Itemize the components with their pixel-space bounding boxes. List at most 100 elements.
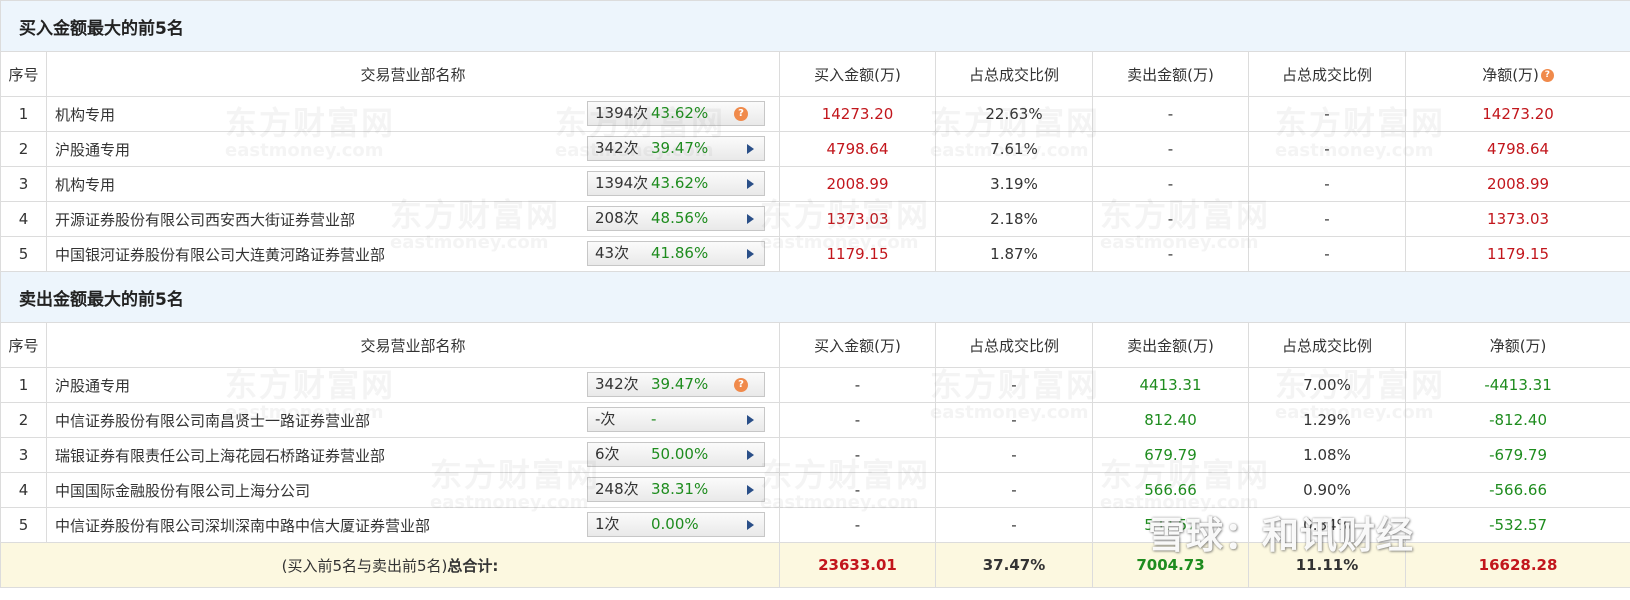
row-index: 2 [0,131,47,167]
help-icon[interactable]: ? [1540,68,1554,82]
broker-cell: 沪股通专用 342次 39.47%? [46,367,780,403]
appearance-count: 248次 [595,480,639,498]
sell-amount: 566.66 [1092,472,1249,508]
column-header-label: 占总成交比例 [1281,336,1372,355]
total-buy: 23633.01 [779,542,936,588]
appearance-count: 342次 [595,375,639,393]
net-amount: 2008.99 [1404,166,1630,202]
column-header-label: 序号 [8,336,39,355]
buy-amount: 1179.15 [779,236,936,272]
broker-cell: 中国国际金融股份有限公司上海分公司 248次 38.31% [46,472,780,508]
buy-amount: - [779,402,936,438]
broker-name[interactable]: 沪股通专用 [48,141,130,159]
broker-stat-button[interactable]: 208次 48.56% [587,206,765,231]
broker-stat-button[interactable]: 248次 38.31% [587,477,765,502]
win-rate: 39.47% [651,375,709,393]
broker-name[interactable]: 中国银河证券股份有限公司大连黄河路证券营业部 [48,246,385,264]
win-rate: 41.86% [651,244,709,262]
row-index: 2 [0,402,47,438]
buy-amount: 2008.99 [779,166,936,202]
row-index: 1 [0,96,47,132]
table-row: 1 沪股通专用 342次 39.47%? - -4413.31 7.00% -4413.31 [0,367,1630,403]
broker-name[interactable]: 机构专用 [48,176,115,194]
net-amount: -532.57 [1404,507,1630,543]
broker-name[interactable]: 中信证券股份有限公司南昌贤士一路证券营业部 [48,412,370,430]
broker-name[interactable]: 沪股通专用 [48,377,130,395]
broker-stat-button[interactable]: -次 - [587,407,765,432]
column-header: 序号 [0,51,47,97]
broker-cell: 开源证券股份有限公司西安西大街证券营业部 208次 48.56% [46,201,780,237]
section-title-row: 卖出金额最大的前5名 [0,271,1630,323]
total-net: 16628.28 [1404,542,1630,588]
appearance-count: -次 [595,410,616,428]
arrow-right-icon[interactable] [747,144,754,154]
broker-stat-button[interactable]: 6次 50.00% [587,442,765,467]
arrow-right-icon[interactable] [747,520,754,530]
buy-ratio: 7.61% [935,131,1093,167]
sell-ratio: 7.00% [1248,367,1406,403]
net-amount: -4413.31 [1404,367,1630,403]
broker-name[interactable]: 中国国际金融股份有限公司上海分公司 [48,482,310,500]
broker-name[interactable]: 开源证券股份有限公司西安西大街证券营业部 [48,211,355,229]
sell-amount: - [1092,166,1249,202]
arrow-right-icon[interactable] [747,450,754,460]
table-row: 4 中国国际金融股份有限公司上海分公司 248次 38.31% - -566.66 0.90… [0,472,1630,508]
buy-amount: - [779,437,936,473]
column-header-label: 占总成交比例 [968,336,1059,355]
buy-ratio: 22.63% [935,96,1093,132]
buy-amount: - [779,507,936,543]
question-icon[interactable]: ? [734,378,748,392]
column-header: 净额(万)? [1404,51,1630,97]
column-header: 占总成交比例 [935,51,1093,97]
buy-ratio: - [935,472,1093,508]
column-header-label: 序号 [8,65,39,84]
broker-stat-button[interactable]: 342次 39.47%? [587,372,765,397]
column-header-label: 卖出金额(万) [1127,336,1214,355]
column-header: 占总成交比例 [1248,51,1406,97]
broker-name[interactable]: 中信证券股份有限公司深圳深南中路中信大厦证券营业部 [48,517,430,535]
column-header-label: 买入金额(万) [814,336,901,355]
broker-stat-button[interactable]: 43次 41.86% [587,241,765,266]
broker-stat-button[interactable]: 1次 0.00% [587,512,765,537]
broker-cell: 沪股通专用 342次 39.47% [46,131,780,167]
sell-ratio: - [1248,201,1406,237]
sell-ratio: - [1248,166,1406,202]
broker-stat-button[interactable]: 1394次 43.62%? [587,101,765,126]
column-header-label: 占总成交比例 [968,65,1059,84]
table-row: 3 机构专用 1394次 43.62% 2008.99 3.19% - -2008.99 [0,166,1630,202]
column-header-label: 交易营业部名称 [360,65,466,84]
arrow-right-icon[interactable] [747,179,754,189]
broker-cell: 机构专用 1394次 43.62%? [46,96,780,132]
row-index: 1 [0,367,47,403]
column-header: 序号 [0,322,47,368]
broker-name[interactable]: 瑞银证券有限责任公司上海花园石桥路证券营业部 [48,447,385,465]
arrow-right-icon[interactable] [747,485,754,495]
header-row: 序号 交易营业部名称 买入金额(万) 占总成交比例 卖出金额(万) 占总成交比例 净额(万)… [0,51,1630,97]
sell-amount: 4413.31 [1092,367,1249,403]
broker-stat-button[interactable]: 1394次 43.62% [587,171,765,196]
buy-ratio: - [935,402,1093,438]
broker-name[interactable]: 机构专用 [48,106,115,124]
total-label-bold: 总合计: [447,556,499,575]
column-header-label: 买入金额(万) [814,65,901,84]
buy-ratio: - [935,367,1093,403]
net-amount: -566.66 [1404,472,1630,508]
broker-cell: 机构专用 1394次 43.62% [46,166,780,202]
arrow-right-icon[interactable] [747,415,754,425]
appearance-count: 43次 [595,244,630,262]
arrow-right-icon[interactable] [747,214,754,224]
net-amount: 1373.03 [1404,201,1630,237]
row-index: 5 [0,507,47,543]
appearance-count: 6次 [595,445,620,463]
win-rate: 39.47% [651,139,709,157]
column-header-label: 净额(万) [1482,65,1539,84]
broker-stat-button[interactable]: 342次 39.47% [587,136,765,161]
column-header-label: 占总成交比例 [1281,65,1372,84]
arrow-right-icon[interactable] [747,249,754,259]
column-header: 交易营业部名称 [46,322,780,368]
broker-cell: 中国银河证券股份有限公司大连黄河路证券营业部 43次 41.86% [46,236,780,272]
column-header: 买入金额(万) [779,51,936,97]
row-index: 4 [0,201,47,237]
question-icon[interactable]: ? [734,107,748,121]
net-amount: 1179.15 [1404,236,1630,272]
